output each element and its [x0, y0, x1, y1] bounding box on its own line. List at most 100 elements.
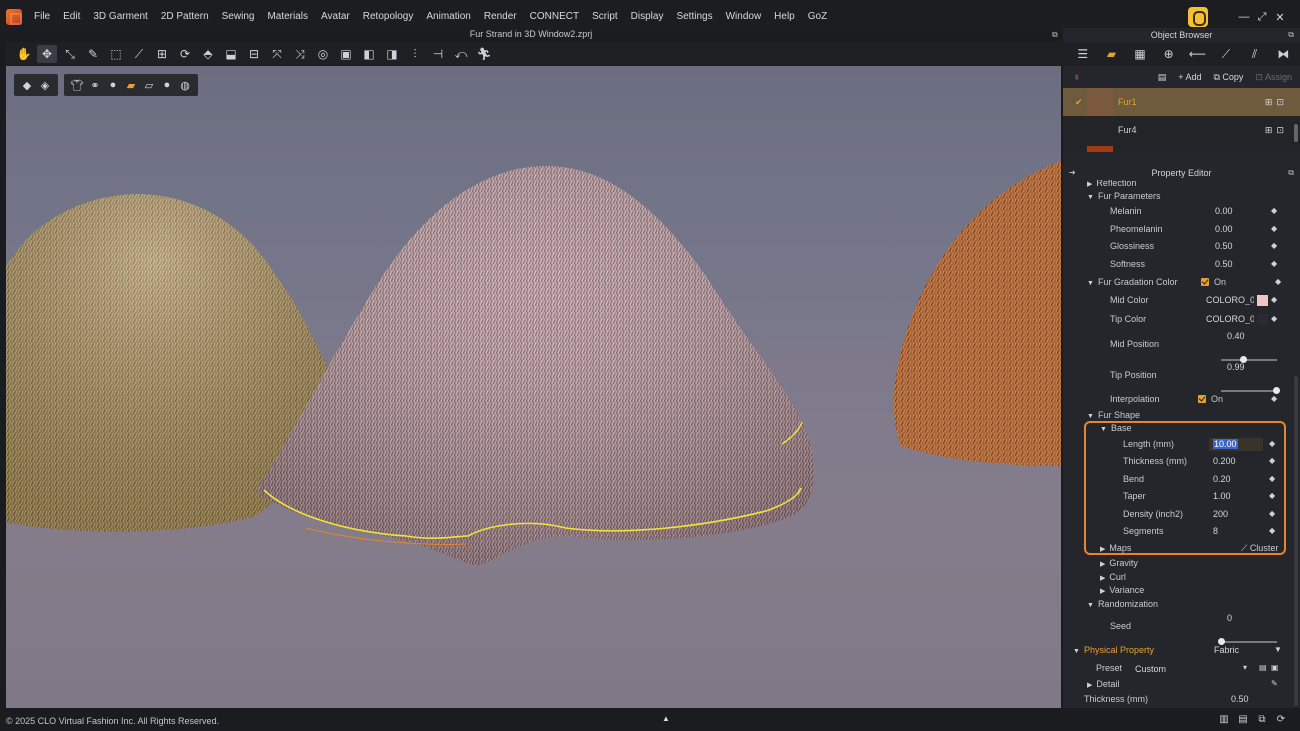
panel-popout-icon[interactable]: ⧉: [1288, 28, 1294, 42]
open-folder-icon[interactable]: ▤: [1259, 663, 1267, 672]
light-display-icon[interactable]: ●: [158, 77, 176, 93]
fur-parameters-section[interactable]: ▼ Fur Parameters: [1087, 191, 1160, 201]
avatar-display-icon[interactable]: ●: [104, 77, 122, 93]
menu-materials[interactable]: Materials: [267, 11, 308, 22]
panel-popout-icon[interactable]: ⧉: [1288, 166, 1294, 180]
keyframe-icon[interactable]: ◆: [1271, 394, 1277, 403]
menu-retopology[interactable]: Retopology: [363, 11, 414, 22]
screenshot-icon[interactable]: ⧉: [1255, 714, 1269, 725]
brush-tool-icon[interactable]: ✎: [83, 45, 103, 63]
reflection-section[interactable]: ▶ Reflection: [1087, 180, 1136, 188]
object-list-scrollbar[interactable]: [1294, 124, 1298, 142]
solid-view-icon[interactable]: ◆: [18, 77, 36, 93]
base-section[interactable]: ▼ Base: [1100, 423, 1131, 433]
move-tool-icon[interactable]: ✥: [37, 45, 57, 63]
keyframe-icon[interactable]: ◆: [1269, 491, 1275, 500]
layout-panel-icon[interactable]: ▥: [1217, 714, 1231, 725]
keyframe-icon[interactable]: ◆: [1269, 439, 1275, 448]
mid-color-swatch[interactable]: [1257, 295, 1268, 306]
list-item[interactable]: ✔ Fur1 ⊞⊡: [1063, 88, 1300, 116]
measure-tool-icon[interactable]: ⤧: [267, 45, 287, 63]
restore-icon[interactable]: ⤢: [1254, 11, 1270, 24]
add-button[interactable]: + Add: [1178, 72, 1201, 82]
gizmo-tool-icon[interactable]: ⬚: [106, 45, 126, 63]
keyframe-icon[interactable]: ◆: [1275, 277, 1281, 286]
box-tool-icon[interactable]: ◧: [359, 45, 379, 63]
menu-window[interactable]: Window: [726, 11, 762, 22]
select-mesh-tool-icon[interactable]: ⤡: [60, 45, 80, 63]
tack-tool-icon[interactable]: ⬘: [198, 45, 218, 63]
target-tool-icon[interactable]: ◎: [313, 45, 333, 63]
fur-gradation-section[interactable]: ▼ Fur Gradation Color: [1087, 277, 1177, 287]
hanger-display-icon[interactable]: ⚭: [86, 77, 104, 93]
keyframe-icon[interactable]: ◆: [1269, 526, 1275, 535]
tip-color-swatch[interactable]: [1257, 314, 1268, 325]
fur-display-icon[interactable]: ▰: [122, 77, 140, 93]
seed-slider[interactable]: [1217, 638, 1277, 645]
expand-up-icon[interactable]: ▲: [662, 714, 670, 723]
preset-dropdown[interactable]: Custom: [1135, 664, 1166, 674]
texture-display-icon[interactable]: ▱: [140, 77, 158, 93]
edit-tool-icon[interactable]: ⤨: [290, 45, 310, 63]
tip-color-field[interactable]: COLORO_01: [1206, 314, 1254, 324]
3d-viewport[interactable]: ◆ ◈ 👕︎ ⚭ ● ▰ ▱ ● ◍: [6, 66, 1061, 708]
edit-pen-icon[interactable]: ✎: [1271, 679, 1278, 688]
reset-tool-icon[interactable]: ⟳: [175, 45, 195, 63]
keyframe-icon[interactable]: ◆: [1271, 259, 1277, 268]
grid-tool-icon[interactable]: ⊟: [244, 45, 264, 63]
keyframe-icon[interactable]: ◆: [1269, 509, 1275, 518]
menu-display[interactable]: Display: [631, 11, 664, 22]
list-item[interactable]: Fur4 ⊞⊡: [1063, 116, 1300, 144]
crop-tool-icon[interactable]: ◨: [382, 45, 402, 63]
menu-2d-pattern[interactable]: 2D Pattern: [161, 11, 209, 22]
measure-tab-icon[interactable]: ⧓: [1271, 44, 1295, 64]
pin-tool-icon[interactable]: ⟋: [129, 45, 149, 63]
randomization-section[interactable]: ▼ Randomization: [1087, 599, 1158, 609]
thickness-field[interactable]: 0.200: [1213, 456, 1236, 466]
environment-globe-icon[interactable]: ◍: [176, 77, 194, 93]
pp-thickness-field[interactable]: 0.50: [1231, 694, 1249, 704]
cluster-button[interactable]: ⟋ Cluster: [1241, 543, 1278, 554]
lock-tool-icon[interactable]: ▣: [336, 45, 356, 63]
bend-field[interactable]: 0.20: [1213, 474, 1231, 484]
keyframe-icon[interactable]: ◆: [1269, 456, 1275, 465]
menu-animation[interactable]: Animation: [426, 11, 470, 22]
keyframe-icon[interactable]: ◆: [1271, 224, 1277, 233]
trim-tab-icon[interactable]: ⟵: [1186, 44, 1210, 64]
strap-tool-icon[interactable]: ⬓: [221, 45, 241, 63]
menu-sewing[interactable]: Sewing: [222, 11, 255, 22]
row-action-icons[interactable]: ⊞⊡: [1265, 125, 1288, 136]
fur-tab-icon[interactable]: ▰: [1100, 44, 1124, 64]
menu-help[interactable]: Help: [774, 11, 795, 22]
garment-display-icon[interactable]: 👕︎: [68, 77, 86, 93]
keyframe-icon[interactable]: ◆: [1269, 474, 1275, 483]
mesh-view-icon[interactable]: ◈: [36, 77, 54, 93]
softness-field[interactable]: 0.50: [1215, 259, 1233, 269]
melanin-field[interactable]: 0.00: [1215, 206, 1233, 216]
property-editor-scrollbar[interactable]: [1294, 376, 1298, 706]
copy-button[interactable]: ⧉ Copy: [1213, 72, 1243, 83]
keyframe-icon[interactable]: ◆: [1271, 206, 1277, 215]
button-tab-icon[interactable]: ⊕: [1157, 44, 1181, 64]
minimize-icon[interactable]: —: [1236, 11, 1252, 23]
list-view-tab-icon[interactable]: ☰: [1071, 44, 1095, 64]
menu-goz[interactable]: GoZ: [808, 11, 827, 22]
menu-connect[interactable]: CONNECT: [530, 11, 579, 22]
segments-field[interactable]: 8: [1213, 526, 1218, 536]
chevron-down-icon[interactable]: ▾: [1243, 663, 1247, 672]
length-selected-value[interactable]: 10.00: [1213, 439, 1238, 449]
zipper-tab-icon[interactable]: ⫽: [1243, 44, 1267, 64]
close-icon[interactable]: ✕: [1272, 11, 1288, 24]
physical-property-dropdown[interactable]: Fabric: [1214, 645, 1239, 655]
keyframe-icon[interactable]: ◆: [1271, 241, 1277, 250]
pheomelanin-field[interactable]: 0.00: [1215, 224, 1233, 234]
curl-section[interactable]: ▶ Curl: [1100, 572, 1126, 582]
assign-button[interactable]: ⊡ Assign: [1255, 72, 1292, 83]
keyframe-icon[interactable]: ◆: [1271, 295, 1277, 304]
viewport-popout-icon[interactable]: ⧉: [1052, 30, 1058, 40]
mid-color-field[interactable]: COLORO_01: [1206, 295, 1254, 305]
menu-avatar[interactable]: Avatar: [321, 11, 350, 22]
glossiness-field[interactable]: 0.50: [1215, 241, 1233, 251]
menu-3d-garment[interactable]: 3D Garment: [93, 11, 147, 22]
variance-section[interactable]: ▶ Variance: [1100, 585, 1144, 595]
